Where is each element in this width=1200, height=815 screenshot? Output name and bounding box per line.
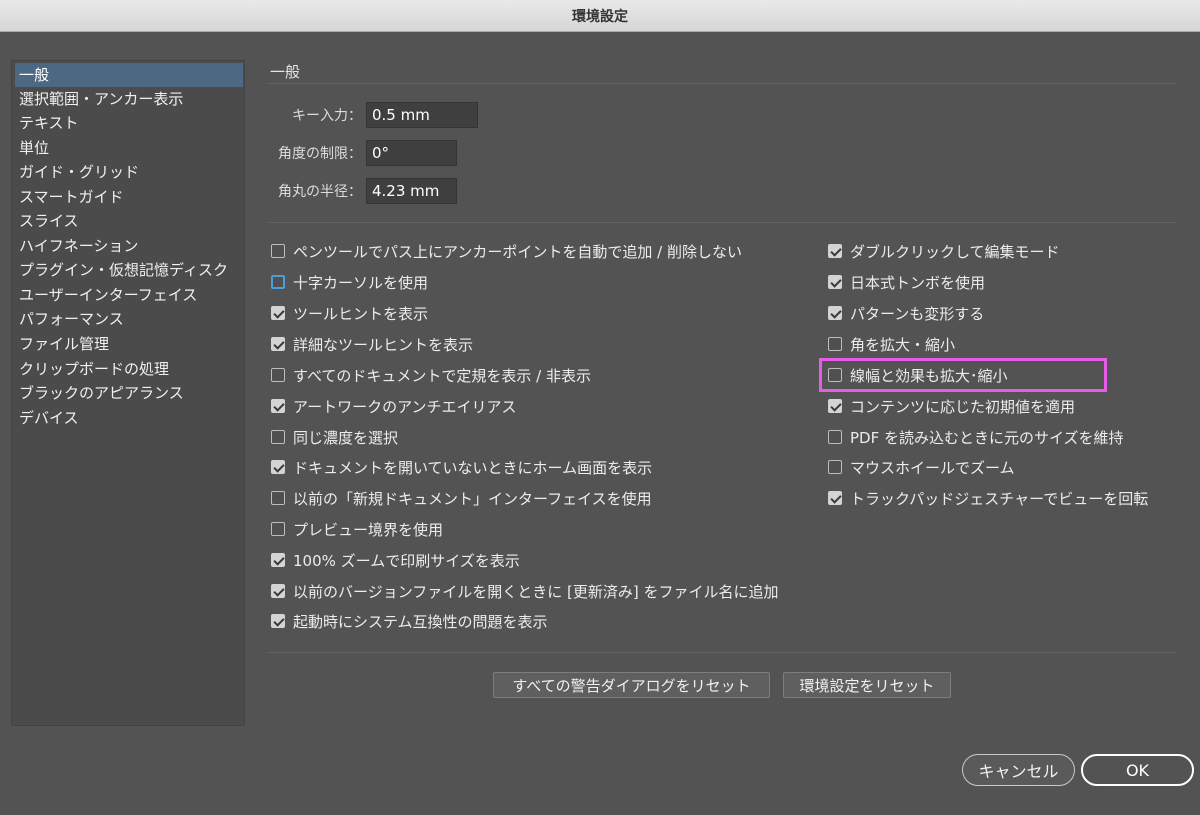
checkbox[interactable] — [828, 430, 842, 444]
option-label: 以前のバージョンファイルを開くときに [更新済み] をファイル名に追加 — [293, 582, 779, 601]
reset-preferences-button[interactable]: 環境設定をリセット — [783, 672, 951, 698]
option-label: プレビュー境界を使用 — [293, 520, 444, 539]
option-antialias[interactable]: アートワークのアンチエイリアス — [271, 395, 517, 417]
key-input-label: キー入力： — [292, 108, 362, 124]
checkbox[interactable] — [271, 244, 285, 258]
corner-radius-field[interactable] — [366, 178, 457, 204]
option-label: ペンツールでパス上にアンカーポイントを自動で追加 / 削除しない — [293, 242, 742, 261]
checkbox[interactable] — [271, 399, 285, 413]
angle-limit-label: 角度の制限： — [278, 146, 362, 162]
corner-radius-label: 角丸の半径： — [278, 184, 362, 200]
sidebar-item-plugins-scratch[interactable]: プラグイン・仮想記憶ディスク — [15, 258, 243, 282]
option-label: パターンも変形する — [850, 304, 985, 323]
options-divider — [268, 652, 1176, 653]
checkbox[interactable] — [828, 399, 842, 413]
option-select-same-tint[interactable]: 同じ濃度を選択 — [271, 426, 398, 448]
sidebar-item-slices[interactable]: スライス — [15, 209, 243, 233]
section-title: 一般 — [270, 63, 301, 81]
checkbox[interactable] — [271, 584, 285, 598]
sidebar-item-file-handling[interactable]: ファイル管理 — [15, 332, 243, 356]
checkbox[interactable] — [828, 337, 842, 351]
option-print-size-100[interactable]: 100% ズームで印刷サイズを表示 — [271, 549, 520, 571]
option-label: アートワークのアンチエイリアス — [293, 397, 517, 416]
option-double-click-isolate[interactable]: ダブルクリックして編集モード — [828, 240, 1060, 262]
option-label: 十字カーソルを使用 — [293, 273, 429, 292]
option-compat-check[interactable]: 起動時にシステム互換性の問題を表示 — [271, 610, 548, 632]
checkbox[interactable] — [271, 306, 285, 320]
checkbox[interactable] — [271, 368, 285, 382]
option-label: トラックパッドジェスチャーでビューを回転 — [850, 489, 1149, 508]
option-label: ドキュメントを開いていないときにホーム画面を表示 — [293, 458, 653, 477]
key-input-row: キー入力： — [270, 102, 478, 128]
sidebar-item-devices[interactable]: デバイス — [15, 406, 243, 430]
option-label: PDF を読み込むときに元のサイズを維持 — [850, 428, 1124, 447]
angle-limit-field[interactable] — [366, 140, 457, 166]
angle-limit-row: 角度の制限： — [270, 140, 457, 166]
sidebar-item-black-appearance[interactable]: ブラックのアピアランス — [15, 381, 243, 405]
checkbox[interactable] — [828, 491, 842, 505]
ok-button[interactable]: OK — [1081, 754, 1194, 786]
sidebar-item-text[interactable]: テキスト — [15, 111, 243, 135]
checkbox[interactable] — [828, 244, 842, 258]
corner-radius-row: 角丸の半径： — [270, 178, 457, 204]
checkbox[interactable] — [271, 430, 285, 444]
sidebar-item-hyphenation[interactable]: ハイフネーション — [15, 234, 243, 258]
fields-divider — [268, 222, 1176, 223]
window-titlebar: 環境設定 — [0, 0, 1200, 32]
option-label: すべてのドキュメントで定規を表示 / 非表示 — [293, 366, 591, 385]
checkbox[interactable] — [828, 460, 842, 474]
window-title: 環境設定 — [572, 8, 628, 25]
key-input-field[interactable] — [366, 102, 478, 128]
option-label: 起動時にシステム互換性の問題を表示 — [293, 612, 548, 631]
option-label: マウスホイールでズーム — [850, 458, 1015, 477]
option-rich-tooltips[interactable]: 詳細なツールヒントを表示 — [271, 333, 473, 355]
checkbox[interactable] — [271, 553, 285, 567]
option-label: 日本式トンボを使用 — [850, 273, 986, 292]
option-scroll-wheel-zoom[interactable]: マウスホイールでズーム — [828, 456, 1015, 478]
section-divider — [268, 83, 1176, 84]
sidebar-item-clipboard[interactable]: クリップボードの処理 — [15, 357, 243, 381]
sidebar-item-smart-guides[interactable]: スマートガイド — [15, 185, 243, 209]
checkbox[interactable] — [271, 522, 285, 536]
sidebar-item-general[interactable]: 一般 — [15, 63, 243, 87]
sidebar-item-selection-anchor[interactable]: 選択範囲・アンカー表示 — [15, 87, 243, 111]
cancel-button[interactable]: キャンセル — [962, 754, 1075, 786]
option-pdf-original-size[interactable]: PDF を読み込むときに元のサイズを維持 — [828, 426, 1124, 448]
checkbox[interactable] — [271, 460, 285, 474]
option-transform-patterns[interactable]: パターンも変形する — [828, 302, 984, 324]
sidebar-item-performance[interactable]: パフォーマンス — [15, 307, 243, 331]
option-show-tooltips[interactable]: ツールヒントを表示 — [271, 302, 428, 324]
checkbox[interactable] — [271, 491, 285, 505]
option-home-screen[interactable]: ドキュメントを開いていないときにホーム画面を表示 — [271, 456, 652, 478]
preferences-sidebar: 一般 選択範囲・アンカー表示 テキスト 単位 ガイド・グリッド スマートガイド … — [11, 60, 245, 726]
option-label: コンテンツに応じた初期値を適用 — [850, 397, 1076, 416]
option-preview-bounds[interactable]: プレビュー境界を使用 — [271, 518, 443, 540]
reset-warnings-button[interactable]: すべての警告ダイアログをリセット — [493, 672, 770, 698]
option-append-converted[interactable]: 以前のバージョンファイルを開くときに [更新済み] をファイル名に追加 — [271, 580, 779, 602]
option-trackpad-rotate[interactable]: トラックパッドジェスチャーでビューを回転 — [828, 487, 1148, 509]
option-crosshair-cursor[interactable]: 十字カーソルを使用 — [271, 271, 428, 293]
highlight-annotation — [819, 358, 1107, 392]
option-label: ダブルクリックして編集モード — [850, 242, 1060, 261]
checkbox[interactable] — [271, 337, 285, 351]
option-content-aware-defaults[interactable]: コンテンツに応じた初期値を適用 — [828, 395, 1075, 417]
option-label: 100% ズームで印刷サイズを表示 — [293, 551, 520, 570]
option-scale-corners[interactable]: 角を拡大・縮小 — [828, 333, 955, 355]
sidebar-item-user-interface[interactable]: ユーザーインターフェイス — [15, 283, 243, 307]
checkbox[interactable] — [271, 614, 285, 628]
option-label: 角を拡大・縮小 — [850, 335, 956, 354]
option-label: 詳細なツールヒントを表示 — [293, 335, 474, 354]
sidebar-item-guides-grid[interactable]: ガイド・グリッド — [15, 160, 243, 184]
checkbox[interactable] — [828, 275, 842, 289]
option-ruler-all-docs[interactable]: すべてのドキュメントで定規を表示 / 非表示 — [271, 364, 591, 386]
option-label: 以前の「新規ドキュメント」インターフェイスを使用 — [293, 489, 652, 508]
option-pen-no-auto-add[interactable]: ペンツールでパス上にアンカーポイントを自動で追加 / 削除しない — [271, 240, 742, 262]
checkbox[interactable] — [271, 275, 285, 289]
option-label: ツールヒントを表示 — [293, 304, 429, 323]
checkbox[interactable] — [828, 306, 842, 320]
option-legacy-new-doc[interactable]: 以前の「新規ドキュメント」インターフェイスを使用 — [271, 487, 652, 509]
option-japanese-crop-marks[interactable]: 日本式トンボを使用 — [828, 271, 985, 293]
sidebar-item-units[interactable]: 単位 — [15, 136, 243, 160]
option-label: 同じ濃度を選択 — [293, 428, 399, 447]
